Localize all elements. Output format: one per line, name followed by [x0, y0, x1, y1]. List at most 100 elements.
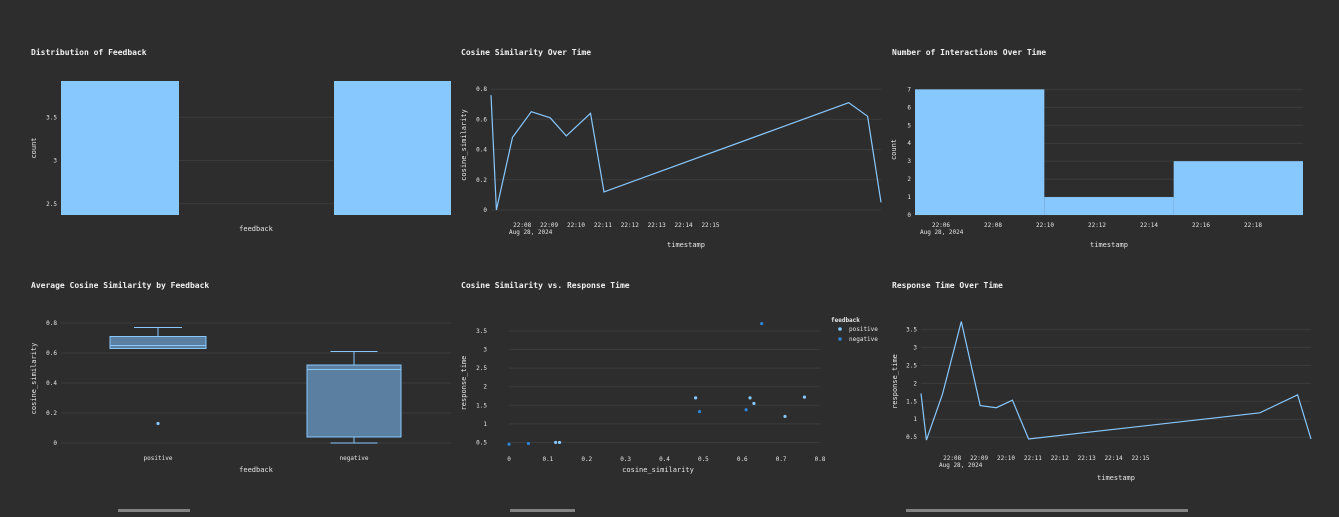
scatter-point-positive [802, 395, 807, 399]
y-tick-label: 3 [907, 158, 911, 165]
x-tick-label: 22:14 [675, 222, 693, 229]
x-axis-title: feedback [239, 225, 274, 233]
y-axis-title: response_time [460, 356, 468, 411]
x-tick-label: 22:11 [1024, 455, 1042, 462]
y-tick-label: 2 [913, 380, 917, 387]
x-tick-label: 0.2 [581, 456, 592, 463]
cutoff-title-middle [510, 509, 575, 512]
bar-negative [334, 81, 451, 215]
x-tick-label: 22:12 [621, 222, 639, 229]
x-tick-label: 22:14 [1140, 222, 1158, 229]
y-axis-title: cosine_similarity [30, 343, 38, 415]
x-tick-label: 22:18 [1244, 222, 1262, 229]
x-tick-label: 22:16 [1192, 222, 1210, 229]
x-tick-label: 22:09 [540, 222, 558, 229]
x-tick-label: 22:06 [932, 222, 950, 229]
x-tick-label: 22:10 [567, 222, 585, 229]
x-tick-date-note: Aug 28, 2024 [920, 229, 964, 236]
y-tick-label: 0 [53, 440, 57, 447]
y-tick-label: 0.6 [476, 116, 487, 123]
scatter-point-negative [744, 408, 748, 412]
histogram-bar [915, 89, 1045, 215]
scatter-point-negative [760, 321, 764, 326]
histogram-bar [1044, 197, 1174, 215]
x-tick-label: 0 [507, 456, 511, 463]
x-tick-date-note: Aug 28, 2024 [509, 229, 553, 236]
y-tick-label: 0.5 [906, 434, 917, 441]
y-tick-label: 1.5 [906, 398, 917, 405]
y-tick-label: 0 [907, 212, 911, 219]
y-tick-label: 1 [913, 416, 917, 423]
y-tick-label: 0.4 [46, 380, 57, 387]
scatter-point-positive [694, 396, 698, 400]
y-axis-title: cosine_similarity [460, 109, 468, 181]
y-tick-label: 3.5 [46, 114, 57, 121]
y-tick-label: 3 [483, 347, 487, 354]
y-tick-label: 2.5 [906, 362, 917, 369]
cutoff-title-left [118, 509, 190, 512]
y-tick-label: 2.5 [46, 201, 57, 208]
histogram-bar [1173, 161, 1303, 215]
scatter-point-positive [748, 396, 752, 400]
x-axis-title: timestamp [1097, 474, 1135, 482]
y-tick-label: 1 [483, 421, 487, 428]
bar-positive [61, 81, 179, 215]
x-tick-label: 22:10 [1036, 222, 1054, 229]
series-line-response [920, 321, 1312, 441]
x-tick-label: 22:13 [648, 222, 666, 229]
x-tick-label: 22:14 [1105, 455, 1123, 462]
y-tick-label: 2 [907, 176, 911, 183]
scatter-point-positive [557, 440, 562, 445]
y-tick-label: 0.2 [46, 410, 57, 417]
scatter-point-negative [697, 410, 702, 414]
y-tick-label: 3.5 [476, 328, 487, 335]
y-tick-label: 3 [913, 344, 917, 351]
x-tick-label: 0.1 [542, 456, 553, 463]
x-tick-label: 22:15 [1131, 455, 1149, 462]
x-tick-label: positive [144, 455, 173, 462]
box-positive [109, 336, 207, 349]
x-tick-label: 22:13 [1078, 455, 1096, 462]
y-tick-label: 0 [483, 207, 487, 214]
x-tick-label: negative [340, 455, 369, 462]
box-negative [306, 364, 402, 438]
scatter-point-positive [752, 401, 756, 406]
x-tick-label: 0.5 [698, 456, 709, 463]
cutoff-title-right [906, 509, 1188, 512]
legend-title: feedback [831, 317, 860, 324]
y-tick-label: 2.5 [476, 365, 487, 372]
x-axis-title: feedback [239, 466, 274, 474]
y-tick-label: 7 [907, 86, 911, 93]
y-tick-label: 0.8 [476, 86, 487, 93]
y-tick-label: 5 [907, 122, 911, 129]
x-tick-label: 22:12 [1088, 222, 1106, 229]
x-axis-title: cosine_similarity [622, 466, 694, 474]
y-tick-label: 0.8 [46, 320, 57, 327]
x-tick-label: 0.3 [620, 456, 631, 463]
x-tick-label: 22:09 [970, 455, 988, 462]
x-tick-label: 22:11 [594, 222, 612, 229]
y-axis-title: count [890, 139, 898, 160]
legend-label-positive: positive [849, 326, 878, 333]
x-tick-label: 22:08 [513, 222, 531, 229]
x-tick-label: 0.4 [659, 456, 670, 463]
x-tick-label: 22:15 [701, 222, 719, 229]
y-tick-label: 1.5 [476, 402, 487, 409]
scatter-point-positive [783, 414, 787, 419]
x-tick-label: 22:12 [1051, 455, 1069, 462]
y-tick-label: 1 [907, 194, 911, 201]
x-axis-title: timestamp [667, 241, 705, 249]
scatter-point-positive [554, 440, 558, 445]
legend-marker-positive [838, 327, 842, 331]
x-tick-label: 0.7 [776, 456, 787, 463]
legend-marker-negative [838, 337, 842, 341]
y-tick-label: 0.6 [46, 350, 57, 357]
y-tick-label: 3 [53, 158, 57, 165]
outlier-point [156, 421, 160, 426]
scatter-point-negative [507, 442, 511, 446]
y-tick-label: 0.4 [476, 147, 487, 154]
x-tick-label: 22:08 [943, 455, 961, 462]
y-tick-label: 0.2 [476, 177, 487, 184]
y-tick-label: 4 [907, 140, 911, 147]
x-axis-title: timestamp [1090, 241, 1128, 249]
